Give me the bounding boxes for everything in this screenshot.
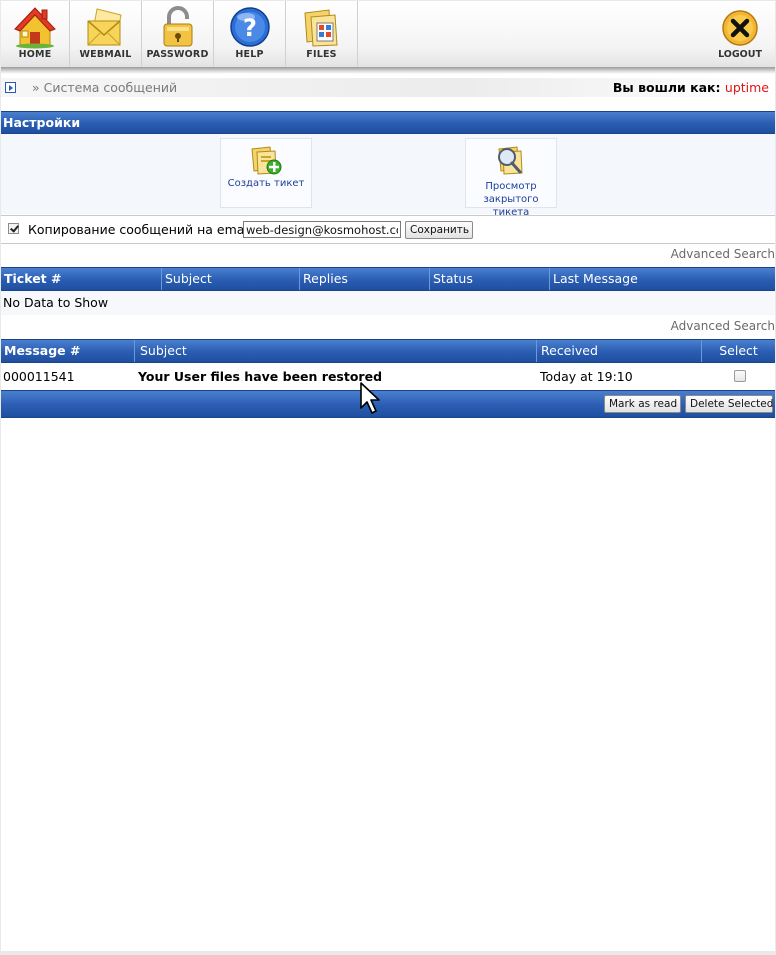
tickets-table-header: Ticket # Subject Replies Status Last Mes… bbox=[1, 267, 775, 291]
toolbar-webmail-label: WEBMAIL bbox=[79, 49, 132, 60]
message-received: Today at 19:10 bbox=[540, 369, 633, 384]
close-icon bbox=[722, 10, 758, 46]
login-username: uptime bbox=[724, 80, 769, 95]
toolbar-home-label: HOME bbox=[18, 49, 52, 60]
settings-title: Настройки bbox=[3, 115, 81, 130]
message-select-checkbox[interactable] bbox=[734, 370, 746, 382]
create-ticket-button[interactable]: Создать тикет bbox=[220, 138, 312, 208]
messages-advanced-search[interactable]: Advanced Search bbox=[671, 319, 775, 333]
create-ticket-label: Создать тикет bbox=[227, 178, 305, 189]
table-row[interactable]: 000011541 Your User files have been rest… bbox=[1, 364, 775, 390]
toolbar-help-label: HELP bbox=[235, 49, 264, 60]
toolbar-files-label: FILES bbox=[306, 49, 337, 60]
logout-label: LOGOUT bbox=[718, 49, 762, 60]
search-ticket-icon bbox=[498, 146, 523, 175]
envelope-icon bbox=[87, 8, 122, 46]
login-prefix: Вы вошли как: bbox=[612, 80, 721, 95]
view-closed-ticket-label: Просмотр закрытого тикета bbox=[483, 181, 539, 218]
toolbar-shadow bbox=[1, 67, 775, 74]
tickets-empty-text: No Data to Show bbox=[3, 295, 109, 310]
email-field[interactable] bbox=[243, 221, 401, 238]
messages-table-header: Message # Subject Received Select bbox=[1, 339, 775, 363]
top-toolbar: HOME WEBMAIL PASSWORD ? HELP FILES LOGOU… bbox=[1, 1, 775, 67]
messages-footer: Mark as read Delete Selected bbox=[1, 390, 775, 418]
login-info: Вы вошли как: uptime bbox=[613, 80, 769, 95]
email-copy-row: Копирование сообщений на email Сохранить bbox=[1, 215, 775, 244]
settings-header: Настройки bbox=[1, 111, 775, 134]
copy-email-label: Копирование сообщений на email bbox=[28, 222, 252, 237]
breadcrumb: » Система сообщений Вы вошли как: uptime bbox=[1, 78, 775, 97]
col-ticket-replies[interactable]: Replies bbox=[299, 268, 429, 290]
mouse-cursor-icon bbox=[360, 382, 380, 414]
help-icon: ? bbox=[229, 7, 270, 47]
col-message-select[interactable]: Select bbox=[701, 340, 775, 362]
toolbar-help[interactable]: ? HELP bbox=[214, 1, 286, 67]
expand-icon[interactable] bbox=[5, 82, 16, 93]
toolbar-password[interactable]: PASSWORD bbox=[142, 1, 214, 67]
toolbar-home[interactable]: HOME bbox=[1, 1, 70, 67]
create-ticket-icon bbox=[251, 146, 282, 175]
col-message-received[interactable]: Received bbox=[536, 340, 701, 362]
tickets-empty-row: No Data to Show bbox=[1, 291, 775, 315]
col-message-number[interactable]: Message # bbox=[1, 340, 134, 362]
message-number[interactable]: 000011541 bbox=[3, 369, 75, 384]
copy-email-checkbox[interactable] bbox=[8, 223, 19, 234]
files-icon bbox=[303, 9, 338, 47]
svg-text:?: ? bbox=[243, 14, 257, 42]
padlock-icon bbox=[163, 6, 192, 47]
col-ticket-subject[interactable]: Subject bbox=[161, 268, 299, 290]
col-ticket-status[interactable]: Status bbox=[429, 268, 549, 290]
save-button[interactable]: Сохранить bbox=[405, 221, 473, 239]
col-ticket-number[interactable]: Ticket # bbox=[1, 268, 161, 290]
page: HOME WEBMAIL PASSWORD ? HELP FILES LOGOU… bbox=[1, 1, 775, 951]
col-ticket-last-message[interactable]: Last Message bbox=[549, 268, 775, 290]
settings-panel: Создать тикет Просмотр закрытого тикета bbox=[1, 134, 775, 218]
view-closed-ticket-button[interactable]: Просмотр закрытого тикета bbox=[465, 138, 557, 218]
tickets-advanced-search[interactable]: Advanced Search bbox=[671, 247, 775, 261]
toolbar-webmail[interactable]: WEBMAIL bbox=[70, 1, 142, 67]
delete-selected-button[interactable]: Delete Selected bbox=[685, 395, 773, 413]
logout-button[interactable]: LOGOUT bbox=[705, 1, 775, 67]
toolbar-files[interactable]: FILES bbox=[286, 1, 358, 67]
breadcrumb-text[interactable]: » Система сообщений bbox=[32, 80, 177, 95]
col-message-subject[interactable]: Subject bbox=[134, 340, 536, 362]
mark-as-read-button[interactable]: Mark as read bbox=[604, 395, 681, 413]
toolbar-password-label: PASSWORD bbox=[146, 49, 209, 60]
message-subject[interactable]: Your User files have been restored bbox=[138, 369, 382, 384]
house-icon bbox=[14, 7, 56, 49]
